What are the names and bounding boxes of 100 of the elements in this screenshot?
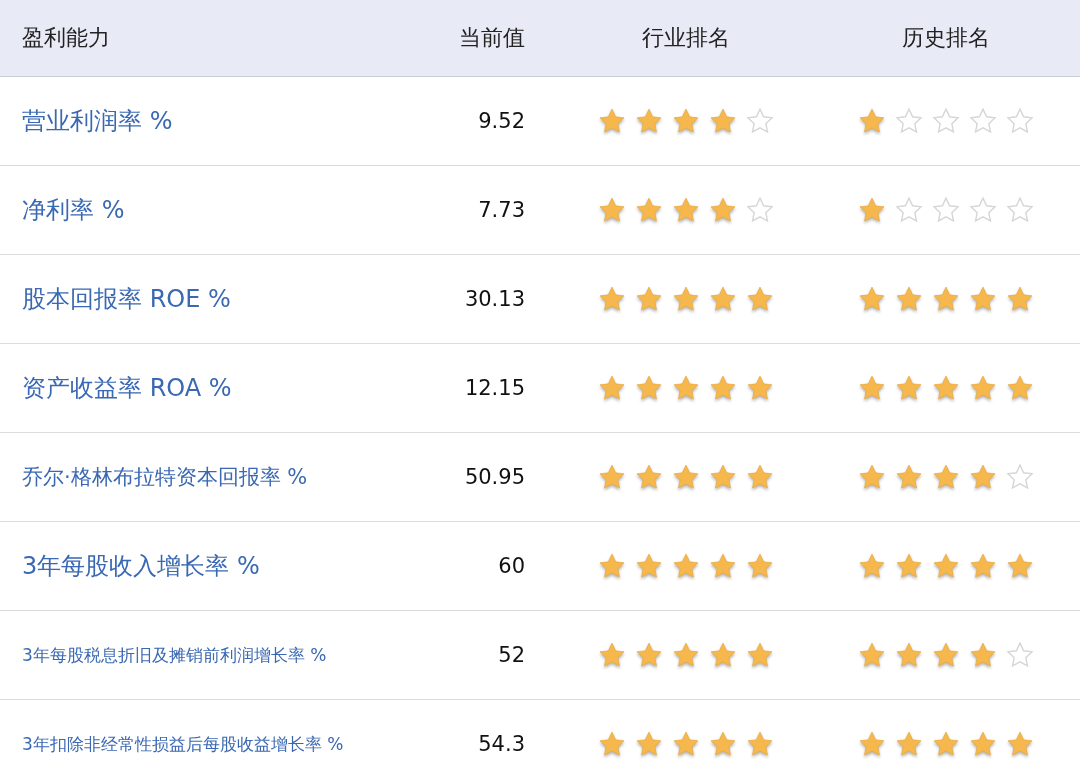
column-header: 历史排名 (901, 24, 991, 52)
star-icon (746, 641, 774, 669)
empty-star-icon (969, 196, 997, 224)
star-icon (709, 552, 737, 580)
star-icon (635, 374, 663, 402)
metric-value: 30.13 (464, 287, 525, 311)
star-icon (598, 730, 626, 758)
empty-star-icon (932, 196, 960, 224)
metric-link[interactable]: 净利率 % (0, 194, 125, 226)
star-icon (746, 463, 774, 491)
star-icon (858, 463, 886, 491)
star-icon (932, 552, 960, 580)
star-icon (709, 196, 737, 224)
empty-star-icon (1006, 463, 1034, 491)
metric-value: 9.52 (478, 109, 525, 133)
metric-value: 54.3 (478, 732, 525, 756)
star-icon (598, 552, 626, 580)
star-icon (746, 285, 774, 313)
star-icon (635, 730, 663, 758)
metric-link[interactable]: 3年每股税息折旧及摊销前利润增长率 % (0, 643, 327, 667)
metric-value: 7.73 (478, 198, 525, 222)
column-header: 行业排名 (641, 24, 731, 52)
metric-value: 52 (498, 643, 525, 667)
empty-star-icon (895, 107, 923, 135)
star-icon (672, 730, 700, 758)
star-icon (709, 374, 737, 402)
column-header: 盈利能力 (21, 24, 111, 52)
empty-star-icon (1006, 641, 1034, 669)
star-icon (709, 463, 737, 491)
star-icon (672, 463, 700, 491)
empty-star-icon (746, 196, 774, 224)
empty-star-icon (1006, 107, 1034, 135)
star-icon (969, 641, 997, 669)
star-icon (672, 374, 700, 402)
empty-star-icon (895, 196, 923, 224)
star-icon (709, 285, 737, 313)
star-icon (598, 463, 626, 491)
star-icon (895, 285, 923, 313)
star-icon (746, 552, 774, 580)
star-icon (746, 730, 774, 758)
star-icon (932, 463, 960, 491)
star-icon (598, 285, 626, 313)
star-icon (672, 641, 700, 669)
star-icon (895, 374, 923, 402)
star-icon (1006, 552, 1034, 580)
star-icon (969, 730, 997, 758)
star-icon (635, 552, 663, 580)
star-icon (709, 641, 737, 669)
star-icon (746, 374, 774, 402)
star-icon (672, 552, 700, 580)
star-icon (932, 641, 960, 669)
star-icon (672, 285, 700, 313)
metric-link[interactable]: 3年每股收入增长率 % (0, 550, 260, 582)
star-icon (895, 463, 923, 491)
star-icon (635, 196, 663, 224)
star-icon (969, 374, 997, 402)
star-icon (895, 641, 923, 669)
star-icon (635, 285, 663, 313)
star-icon (858, 107, 886, 135)
star-icon (635, 107, 663, 135)
metric-value: 60 (498, 554, 525, 578)
star-icon (932, 285, 960, 313)
star-icon (635, 641, 663, 669)
metric-link[interactable]: 营业利润率 % (0, 105, 173, 137)
metric-value: 50.95 (464, 465, 525, 489)
star-icon (858, 552, 886, 580)
metric-link[interactable]: 资产收益率 ROA % (0, 372, 232, 404)
star-icon (969, 463, 997, 491)
star-icon (709, 107, 737, 135)
star-icon (672, 107, 700, 135)
star-icon (598, 374, 626, 402)
star-icon (895, 552, 923, 580)
star-icon (598, 196, 626, 224)
metric-link[interactable]: 3年扣除非经常性损益后每股收益增长率 % (0, 732, 344, 756)
metric-value: 12.15 (464, 376, 525, 400)
star-icon (598, 641, 626, 669)
metric-link[interactable]: 股本回报率 ROE % (0, 283, 231, 315)
star-icon (969, 552, 997, 580)
star-icon (932, 730, 960, 758)
star-icon (858, 641, 886, 669)
star-icon (672, 196, 700, 224)
column-header: 当前值 (458, 24, 526, 52)
star-icon (635, 463, 663, 491)
star-icon (858, 196, 886, 224)
empty-star-icon (746, 107, 774, 135)
star-icon (1006, 285, 1034, 313)
star-icon (858, 285, 886, 313)
star-icon (895, 730, 923, 758)
empty-star-icon (1006, 196, 1034, 224)
star-icon (969, 285, 997, 313)
star-icon (858, 730, 886, 758)
empty-star-icon (969, 107, 997, 135)
star-icon (932, 374, 960, 402)
metric-link[interactable]: 乔尔·格林布拉特资本回报率 % (0, 463, 308, 491)
star-icon (1006, 374, 1034, 402)
empty-star-icon (932, 107, 960, 135)
star-icon (858, 374, 886, 402)
star-icon (1006, 730, 1034, 758)
star-icon (598, 107, 626, 135)
star-icon (709, 730, 737, 758)
